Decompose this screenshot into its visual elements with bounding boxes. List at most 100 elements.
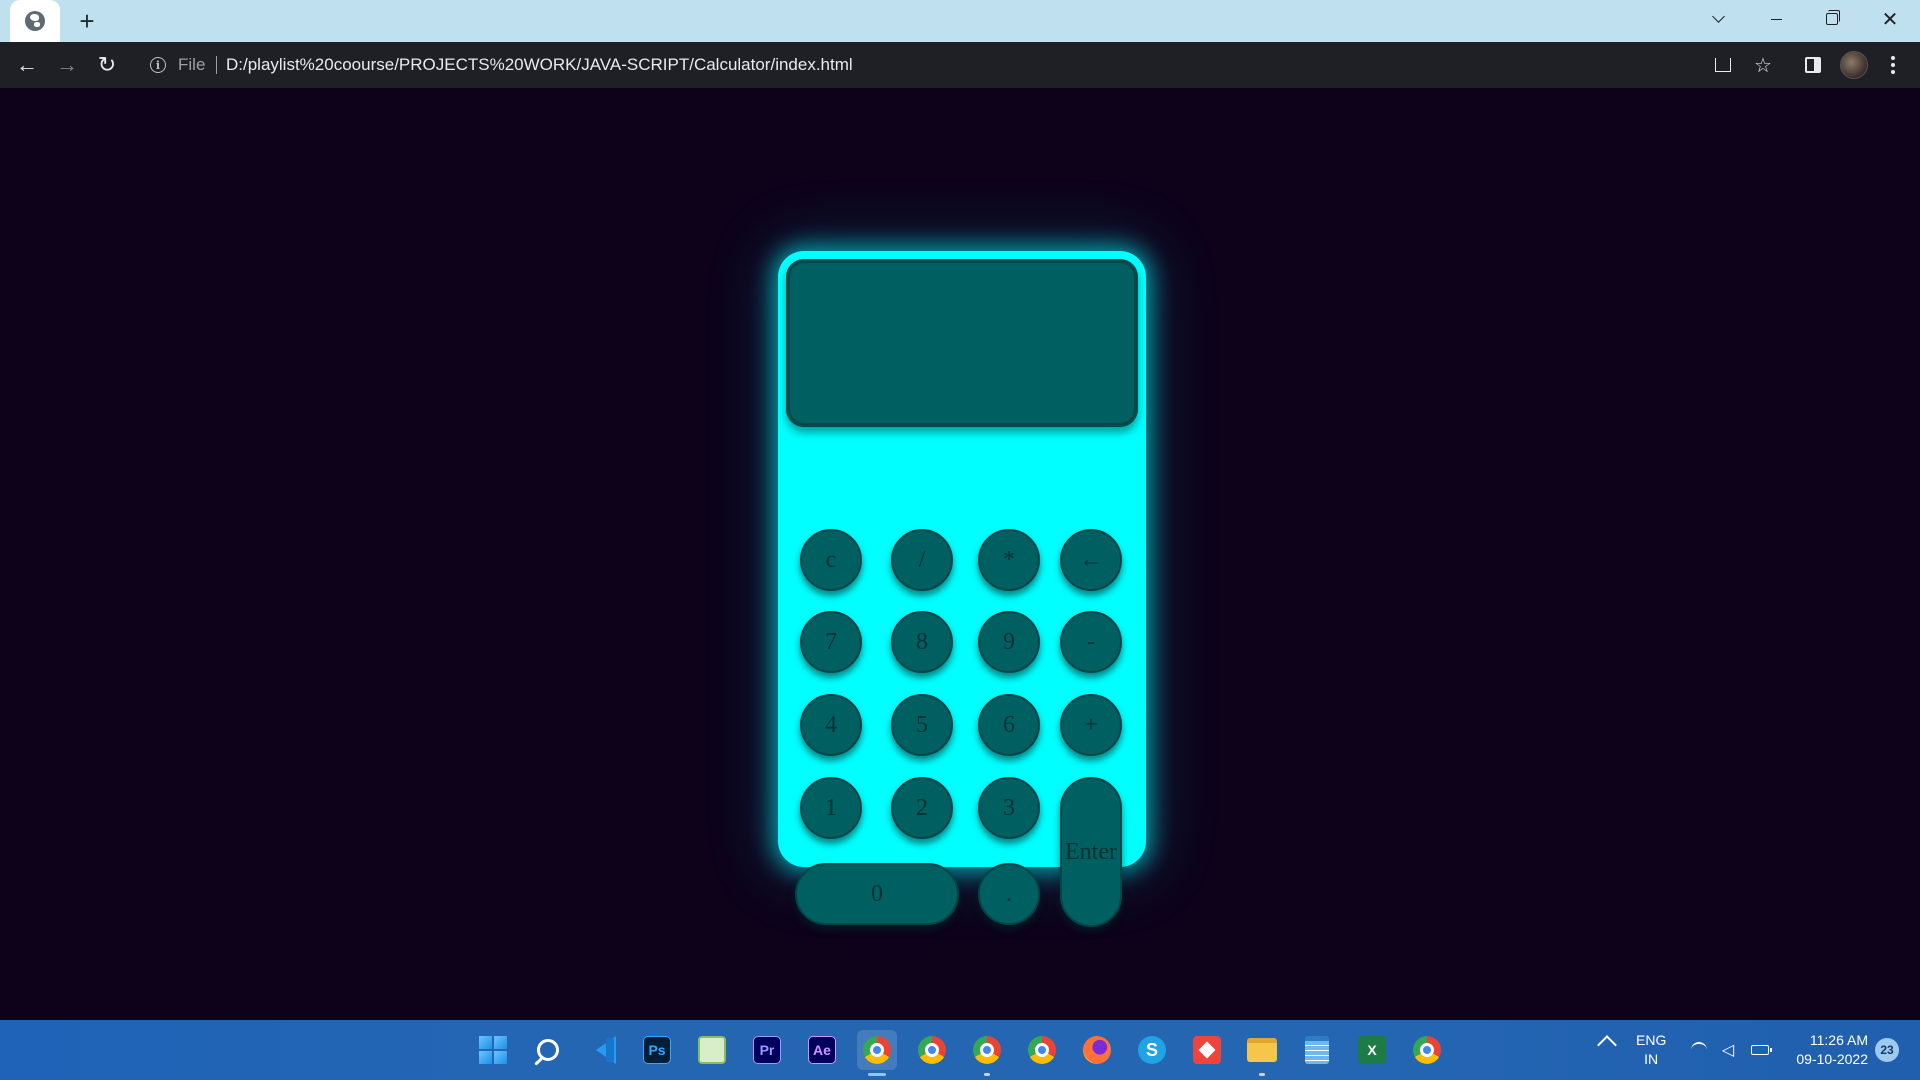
key-plus[interactable]: + bbox=[1060, 694, 1122, 756]
firefox-icon bbox=[1083, 1036, 1111, 1064]
key-decimal[interactable]: . bbox=[978, 863, 1040, 925]
reload-icon: ↻ bbox=[97, 52, 117, 77]
system-clock[interactable]: 11:26 AM 09-10-2022 bbox=[1784, 1031, 1868, 1069]
minimize-button[interactable] bbox=[1754, 2, 1798, 36]
language-indicator[interactable]: ENG IN bbox=[1636, 1031, 1666, 1069]
key-backspace[interactable]: ← bbox=[1060, 529, 1122, 591]
more-vertical-icon bbox=[1891, 56, 1895, 74]
search-icon bbox=[537, 1039, 559, 1061]
key-0[interactable]: 0 bbox=[795, 863, 959, 925]
back-button[interactable]: ← bbox=[10, 48, 44, 82]
key-5[interactable]: 5 bbox=[891, 694, 953, 756]
clock-date: 09-10-2022 bbox=[1796, 1051, 1868, 1067]
key-multiply[interactable]: * bbox=[978, 529, 1040, 591]
restore-icon bbox=[1826, 10, 1840, 25]
page-viewport: c / * ← 7 8 9 - 4 5 6 + 1 2 3 Enter 0 . bbox=[0, 88, 1920, 1020]
windows-icon bbox=[479, 1036, 507, 1064]
bookmark-button[interactable]: ☆ bbox=[1750, 52, 1776, 78]
close-icon: ✕ bbox=[1881, 8, 1899, 31]
chrome-icon bbox=[863, 1036, 891, 1064]
chevron-down-icon bbox=[1711, 10, 1725, 23]
taskbar-app-chrome-2[interactable] bbox=[912, 1030, 952, 1070]
new-tab-button[interactable]: + bbox=[72, 6, 102, 36]
chrome-icon bbox=[973, 1036, 1001, 1064]
notification-badge[interactable]: 23 bbox=[1875, 1038, 1899, 1062]
restore-button[interactable] bbox=[1810, 2, 1854, 36]
browser-menu-button[interactable] bbox=[1880, 52, 1906, 78]
taskbar-app-chrome-3[interactable] bbox=[967, 1030, 1007, 1076]
browser-tab-strip: + ✕ bbox=[0, 0, 1920, 42]
taskbar-search-button[interactable] bbox=[528, 1030, 568, 1070]
taskbar-app-after-effects[interactable]: Ae bbox=[802, 1030, 842, 1070]
browser-tab[interactable] bbox=[10, 0, 60, 42]
taskbar-app-photoshop[interactable]: Ps bbox=[637, 1030, 677, 1070]
battery-shape bbox=[1751, 1045, 1772, 1055]
paint-icon bbox=[698, 1036, 726, 1064]
info-icon[interactable]: i bbox=[150, 57, 166, 73]
chrome-icon bbox=[918, 1036, 946, 1064]
taskbar-app-excel[interactable]: X bbox=[1352, 1030, 1392, 1070]
key-divide[interactable]: / bbox=[891, 529, 953, 591]
taskbar-app-chrome-5[interactable] bbox=[1407, 1030, 1447, 1070]
key-minus[interactable]: - bbox=[1060, 611, 1122, 673]
language-region: IN bbox=[1644, 1051, 1659, 1067]
taskbar-app-chrome-active[interactable] bbox=[857, 1030, 897, 1076]
key-enter[interactable]: Enter bbox=[1060, 777, 1122, 927]
browser-toolbar: ← → ↻ i File D:/playlist%20coourse/PROJE… bbox=[0, 42, 1920, 88]
running-indicator bbox=[868, 1073, 886, 1076]
taskbar-app-anydesk[interactable] bbox=[1187, 1030, 1227, 1070]
key-8[interactable]: 8 bbox=[891, 611, 953, 673]
notepad-icon bbox=[1305, 1036, 1329, 1064]
star-icon: ☆ bbox=[1754, 54, 1772, 77]
taskbar: Ps Pr Ae S X ENG IN ◁ 11:26 AM 09-10-202… bbox=[0, 1020, 1920, 1080]
key-3[interactable]: 3 bbox=[978, 777, 1040, 839]
globe-icon bbox=[25, 11, 45, 31]
taskbar-app-file-explorer[interactable] bbox=[1242, 1030, 1282, 1076]
share-icon bbox=[1715, 58, 1731, 72]
language-code: ENG bbox=[1636, 1032, 1667, 1048]
vscode-icon bbox=[588, 1036, 616, 1064]
key-6[interactable]: 6 bbox=[978, 694, 1040, 756]
calculator-display bbox=[786, 259, 1138, 427]
taskbar-app-skype[interactable]: S bbox=[1132, 1030, 1172, 1070]
side-panel-icon bbox=[1805, 57, 1821, 73]
close-window-button[interactable]: ✕ bbox=[1868, 2, 1912, 36]
arrow-left-icon: ← bbox=[16, 52, 38, 77]
chrome-icon bbox=[1413, 1036, 1441, 1064]
file-scheme-label: File bbox=[178, 55, 206, 74]
tab-search-button[interactable] bbox=[1696, 2, 1740, 36]
key-1[interactable]: 1 bbox=[800, 777, 862, 839]
chrome-icon bbox=[1028, 1036, 1056, 1064]
profile-avatar[interactable] bbox=[1840, 51, 1868, 79]
minimize-icon bbox=[1770, 18, 1782, 20]
after-effects-icon: Ae bbox=[808, 1036, 836, 1064]
show-hidden-icons-chevron-icon[interactable] bbox=[1597, 1035, 1617, 1055]
calculator: c / * ← 7 8 9 - 4 5 6 + 1 2 3 Enter 0 . bbox=[778, 251, 1146, 927]
battery-icon[interactable] bbox=[1750, 1040, 1772, 1060]
photoshop-icon: Ps bbox=[643, 1036, 671, 1064]
address-bar[interactable]: i File D:/playlist%20coourse/PROJECTS%20… bbox=[134, 47, 1744, 83]
taskbar-app-chrome-4[interactable] bbox=[1022, 1030, 1062, 1070]
wifi-icon[interactable] bbox=[1689, 1040, 1709, 1060]
taskbar-app-vscode[interactable] bbox=[582, 1030, 622, 1070]
running-indicator bbox=[984, 1073, 990, 1076]
reload-button[interactable]: ↻ bbox=[90, 48, 124, 82]
start-button[interactable] bbox=[473, 1030, 513, 1070]
key-7[interactable]: 7 bbox=[800, 611, 862, 673]
forward-button[interactable]: → bbox=[50, 48, 84, 82]
key-9[interactable]: 9 bbox=[978, 611, 1040, 673]
key-4[interactable]: 4 bbox=[800, 694, 862, 756]
share-button[interactable] bbox=[1710, 52, 1736, 78]
taskbar-app-premiere[interactable]: Pr bbox=[747, 1030, 787, 1070]
taskbar-app-firefox[interactable] bbox=[1077, 1030, 1117, 1070]
taskbar-app-paint[interactable] bbox=[692, 1030, 732, 1070]
taskbar-app-notepad[interactable] bbox=[1297, 1030, 1337, 1070]
key-2[interactable]: 2 bbox=[891, 777, 953, 839]
url-text[interactable]: D:/playlist%20coourse/PROJECTS%20WORK/JA… bbox=[226, 55, 853, 75]
volume-icon[interactable]: ◁ bbox=[1718, 1040, 1738, 1060]
side-panel-button[interactable] bbox=[1800, 52, 1826, 78]
premiere-icon: Pr bbox=[753, 1036, 781, 1064]
key-clear[interactable]: c bbox=[800, 529, 862, 591]
skype-icon: S bbox=[1138, 1036, 1166, 1064]
running-indicator bbox=[1259, 1073, 1265, 1076]
